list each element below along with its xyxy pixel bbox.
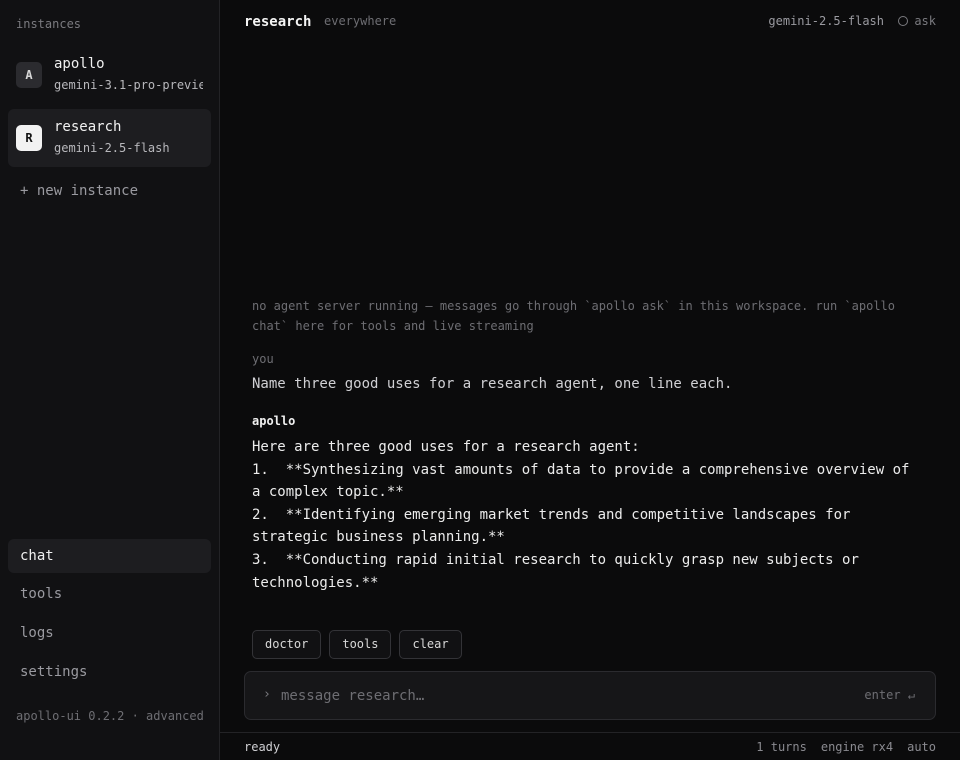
message-input[interactable] (281, 684, 841, 708)
new-instance-button[interactable]: + new instance (20, 183, 138, 199)
status-bar: ready 1 turns engine rx4 auto (220, 732, 960, 760)
composer: › enter ↵ (244, 671, 936, 720)
clear-button[interactable]: clear (399, 630, 462, 659)
reply-line: 3. **Conducting rapid initial research t… (252, 551, 868, 591)
status-state: ready (244, 740, 281, 754)
mode-status: auto (907, 740, 936, 754)
assistant-label: apollo (252, 414, 296, 428)
doctor-button[interactable]: doctor (252, 630, 322, 659)
instance-research[interactable]: R research gemini-2.5-flash (8, 109, 211, 167)
avatar: R (16, 125, 42, 151)
instance-name: apollo (54, 56, 105, 72)
chevron-right-icon: › (263, 687, 271, 702)
status-details: 1 turns engine rx4 auto (756, 740, 936, 754)
reply-line: 1. **Synthesizing vast amounts of data t… (252, 461, 918, 501)
nav-item-tools[interactable]: tools (8, 577, 211, 611)
nav-item-logs[interactable]: logs (8, 616, 211, 650)
assistant-message: Here are three good uses for a research … (252, 436, 922, 594)
version-label: apollo-ui 0.2.2 · advanced (16, 709, 204, 723)
user-message: Name three good uses for a research agen… (252, 376, 733, 392)
avatar: A (16, 62, 42, 88)
server-notice: no agent server running — messages go th… (252, 299, 895, 333)
quick-actions: doctor tools clear (252, 630, 462, 659)
sidebar: instances A apollo gemini-3.1-pro-previe… (0, 0, 220, 760)
scope-label: everywhere (324, 14, 397, 28)
instance-model: gemini-2.5-flash (54, 141, 170, 155)
circle-icon (898, 16, 909, 26)
page-title: research (244, 14, 312, 30)
instance-apollo[interactable]: A apollo gemini-3.1-pro-preview (8, 46, 211, 104)
header: research everywhere gemini-2.5-flash ask (220, 0, 960, 44)
tools-button[interactable]: tools (329, 630, 392, 659)
nav-item-chat[interactable]: chat (8, 539, 211, 573)
user-label: you (252, 352, 274, 366)
turn-count: 1 turns (756, 740, 807, 754)
mode-toggle[interactable]: ask (898, 14, 936, 28)
instances-heading: instances (16, 17, 82, 31)
model-label[interactable]: gemini-2.5-flash (768, 14, 884, 28)
reply-line: 2. **Identifying emerging market trends … (252, 506, 859, 546)
nav-item-settings[interactable]: settings (8, 655, 211, 689)
mode-label: ask (914, 14, 936, 28)
reply-line: Here are three good uses for a research … (252, 439, 640, 455)
send-hint[interactable]: enter ↵ (864, 688, 915, 702)
instance-model: gemini-3.1-pro-preview (54, 78, 203, 92)
instance-name: research (54, 119, 122, 135)
engine-label: engine rx4 (820, 740, 894, 754)
